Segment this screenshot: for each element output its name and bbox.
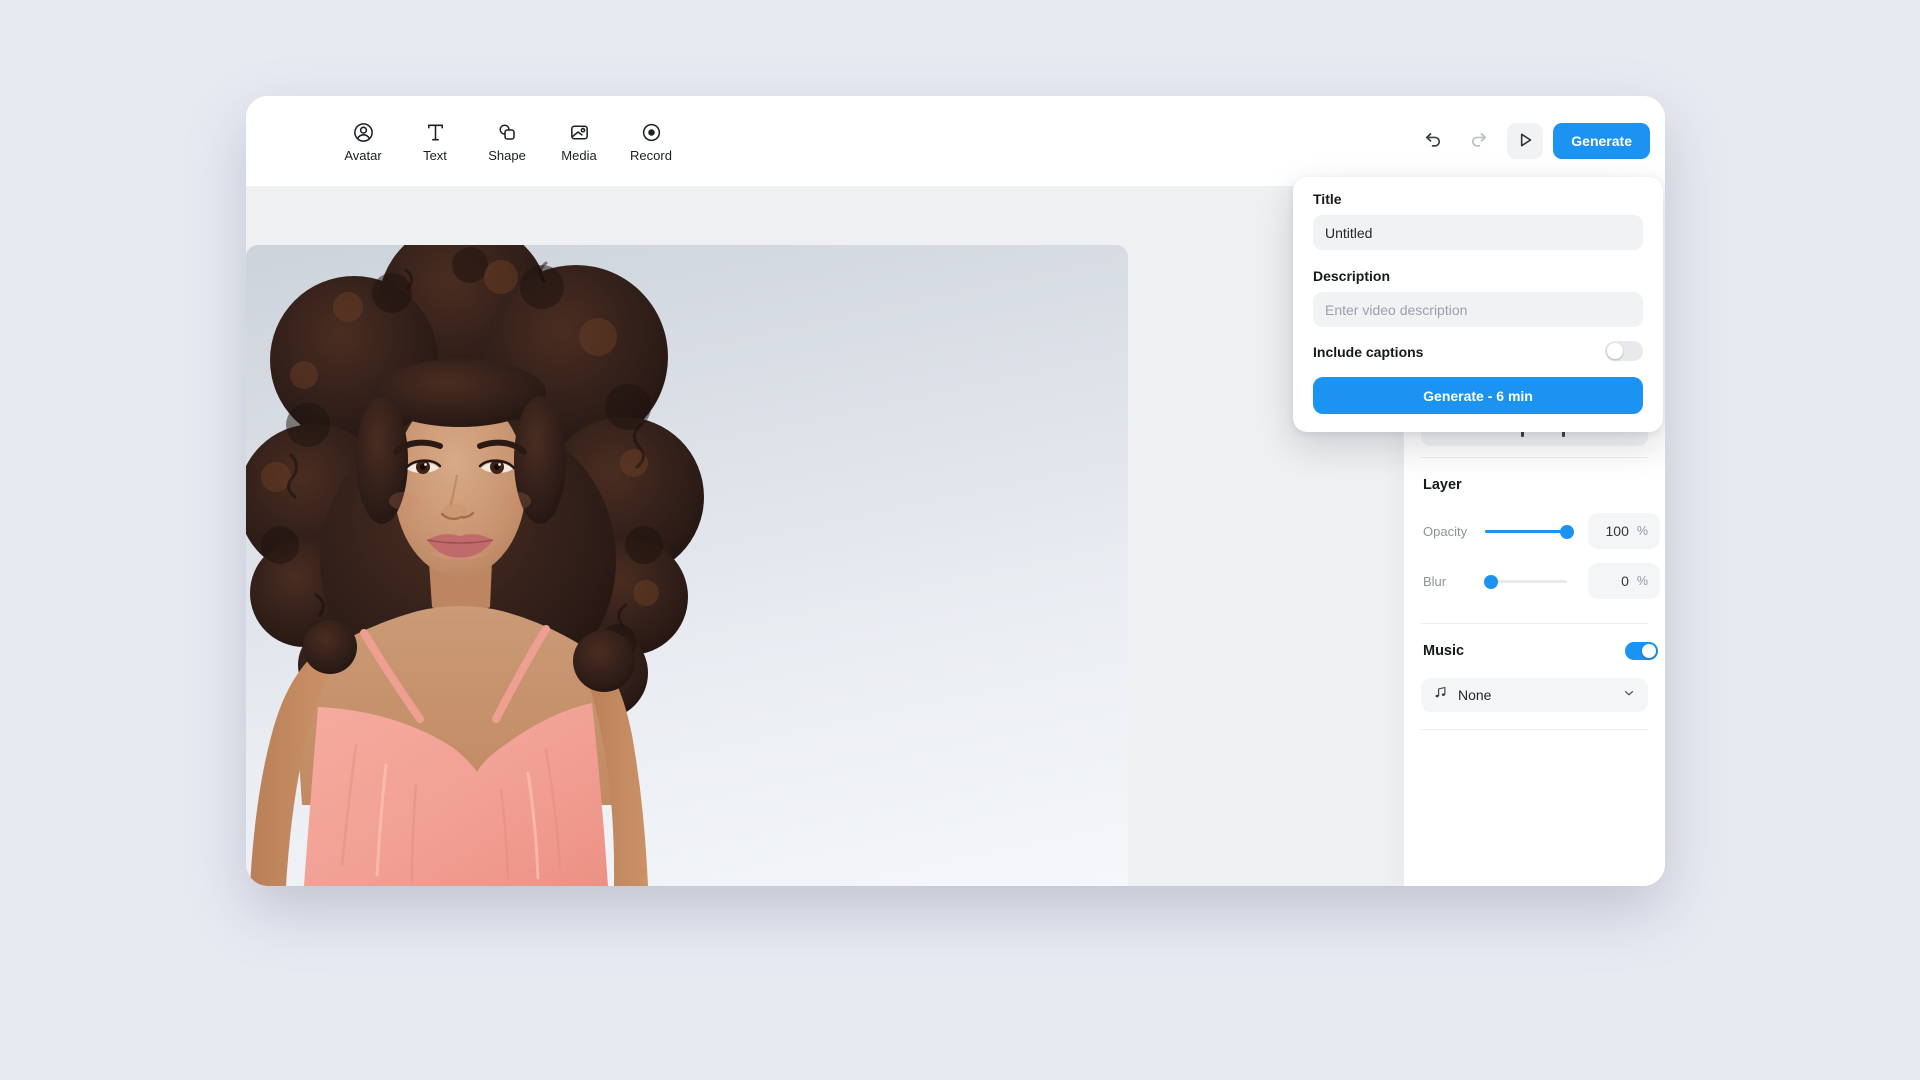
opacity-value-field[interactable]: 100 %	[1588, 513, 1660, 549]
music-heading: Music	[1423, 643, 1465, 659]
music-selection: None	[1458, 687, 1492, 703]
insert-tools: Avatar Text Shape Media Record	[334, 96, 680, 186]
music-note-icon	[1433, 685, 1448, 705]
divider	[1421, 729, 1648, 730]
play-button[interactable]	[1507, 123, 1544, 159]
toolbar-item-label: Avatar	[344, 147, 382, 163]
toolbar-item-avatar[interactable]: Avatar	[334, 121, 392, 162]
redo-button[interactable]	[1461, 123, 1497, 159]
header-actions: Generate	[1415, 96, 1650, 186]
toolbar-item-label: Record	[630, 147, 672, 163]
blur-label: Blur	[1423, 574, 1447, 589]
music-select[interactable]: None	[1421, 678, 1648, 712]
opacity-label: Opacity	[1423, 524, 1468, 539]
video-canvas[interactable]	[246, 245, 1128, 886]
canvas-workspace	[246, 186, 1404, 886]
music-toggle-knob	[1642, 644, 1656, 658]
avatar-icon	[352, 121, 375, 144]
opacity-value: 100	[1605, 523, 1629, 539]
undo-icon	[1422, 129, 1444, 154]
opacity-slider-fill	[1485, 530, 1567, 533]
blur-value-field[interactable]: 0 %	[1588, 563, 1660, 599]
opacity-slider[interactable]	[1485, 524, 1574, 539]
toolbar-item-shape[interactable]: Shape	[478, 121, 536, 162]
blur-value: 0	[1621, 573, 1629, 589]
record-icon	[640, 121, 663, 144]
toolbar: Avatar Text Shape Media Record Generate	[246, 96, 1665, 186]
blur-slider[interactable]	[1484, 574, 1567, 589]
divider	[1421, 623, 1648, 624]
description-input[interactable]	[1313, 292, 1643, 327]
opacity-unit: %	[1636, 524, 1648, 538]
undo-button[interactable]	[1415, 123, 1451, 159]
captions-label: Include captions	[1313, 344, 1424, 360]
divider	[1421, 457, 1648, 458]
blur-unit: %	[1636, 574, 1648, 588]
text-icon	[424, 121, 447, 144]
description-label: Description	[1313, 268, 1391, 284]
opacity-slider-knob[interactable]	[1560, 524, 1574, 539]
captions-toggle-knob	[1607, 343, 1623, 359]
editor-window: Avatar Text Shape Media Record Generate …	[246, 96, 1665, 886]
layer-heading: Layer	[1423, 477, 1462, 493]
generate-button[interactable]: Generate	[1553, 123, 1650, 159]
chevron-down-icon	[1622, 686, 1636, 705]
toolbar-item-text[interactable]: Text	[406, 121, 464, 162]
toolbar-item-label: Shape	[488, 147, 526, 163]
toolbar-item-label: Text	[423, 147, 447, 163]
avatar-woman-image[interactable]	[246, 245, 1128, 886]
media-icon	[568, 121, 591, 144]
toolbar-item-label: Media	[561, 147, 597, 163]
app-background: Avatar Text Shape Media Record Generate …	[0, 0, 1920, 1080]
shape-icon	[496, 121, 519, 144]
redo-icon	[1468, 129, 1490, 154]
title-input[interactable]	[1313, 215, 1643, 250]
title-label: Title	[1313, 191, 1342, 207]
play-icon	[1515, 130, 1535, 153]
blur-slider-knob[interactable]	[1484, 574, 1498, 589]
toolbar-item-record[interactable]: Record	[622, 121, 680, 162]
music-toggle[interactable]	[1625, 642, 1658, 660]
captions-toggle[interactable]	[1605, 341, 1643, 361]
generate-popover: Title Description Include captions Gener…	[1293, 177, 1663, 432]
generate-video-button[interactable]: Generate - 6 min	[1313, 377, 1643, 414]
toolbar-item-media[interactable]: Media	[550, 121, 608, 162]
